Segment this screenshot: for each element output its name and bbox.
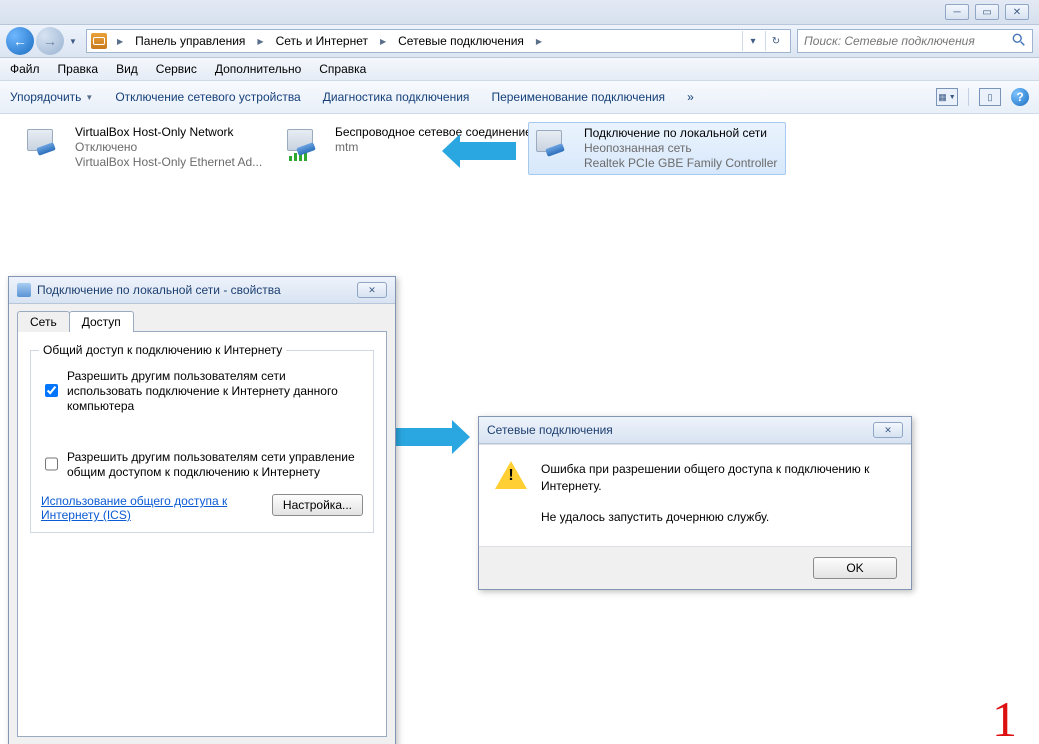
back-button[interactable]: ← — [6, 27, 34, 55]
connection-title: Подключение по локальной сети — [584, 126, 777, 141]
error-line-2: Не удалось запустить дочернюю службу. — [541, 509, 895, 526]
chevron-right-icon: ▶ — [111, 37, 129, 46]
menu-view[interactable]: Вид — [116, 62, 138, 76]
connection-title: VirtualBox Host-Only Network — [75, 125, 262, 140]
annotation-arrow-1 — [456, 142, 516, 160]
refresh-icon[interactable]: ↻ — [765, 31, 786, 51]
forward-button[interactable]: → — [36, 27, 64, 55]
annotation-number: 1 — [992, 690, 1017, 744]
error-title: Сетевые подключения — [487, 423, 613, 437]
help-icon[interactable]: ? — [1011, 88, 1029, 106]
organize-button[interactable]: Упорядочить▼ — [10, 90, 93, 104]
tab-network[interactable]: Сеть — [17, 311, 70, 332]
rename-button[interactable]: Переименование подключения — [491, 90, 665, 104]
breadcrumb-bar[interactable]: ▶ Панель управления ▶ Сеть и Интернет ▶ … — [86, 29, 791, 53]
ics-group: Общий доступ к подключению к Интернету Р… — [30, 350, 374, 533]
crumb-control-panel[interactable]: Панель управления — [133, 34, 247, 48]
signal-bars-icon — [289, 147, 307, 161]
checkbox-label: Разрешить другим пользователям сети упра… — [67, 450, 363, 480]
more-commands[interactable]: » — [687, 90, 694, 104]
error-ok-button[interactable]: OK — [813, 557, 897, 579]
tab-access[interactable]: Доступ — [69, 311, 134, 332]
error-footer: OK — [479, 547, 911, 589]
search-icon — [1012, 33, 1028, 49]
menu-file[interactable]: Файл — [10, 62, 40, 76]
close-button[interactable]: ✕ — [1005, 4, 1029, 20]
search-input[interactable] — [802, 33, 1012, 49]
chevron-right-icon: ▶ — [374, 37, 392, 46]
tab-strip: Сеть Доступ — [9, 304, 395, 331]
error-body: Ошибка при разрешении общего доступа к п… — [479, 444, 911, 547]
ethernet-icon — [532, 126, 574, 162]
menu-edit[interactable]: Правка — [58, 62, 99, 76]
allow-control-checkbox-row[interactable]: Разрешить другим пользователям сети упра… — [41, 450, 363, 480]
crumb-network-connections[interactable]: Сетевые подключения — [396, 34, 526, 48]
connection-title: Беспроводное сетевое соединение — [335, 125, 532, 140]
search-box[interactable] — [797, 29, 1033, 53]
settings-button[interactable]: Настройка... — [272, 494, 363, 516]
ethernet-icon — [23, 125, 65, 161]
chevron-right-icon: ▶ — [530, 37, 548, 46]
address-bar-row: ← → ▼ ▶ Панель управления ▶ Сеть и Интер… — [0, 25, 1039, 58]
connection-status: Отключено — [75, 140, 262, 155]
preview-pane-icon[interactable]: ▯ — [979, 88, 1001, 106]
allow-control-checkbox[interactable] — [45, 451, 58, 477]
window-titlebar: ─ ▭ ✕ — [0, 0, 1039, 25]
crumb-network-internet[interactable]: Сеть и Интернет — [274, 34, 370, 48]
group-label: Общий доступ к подключению к Интернету — [39, 343, 286, 357]
dialog-close-button[interactable]: ✕ — [357, 282, 387, 298]
explorer-window: ─ ▭ ✕ ← → ▼ ▶ Панель управления ▶ Сеть и… — [0, 0, 1039, 744]
network-location-icon — [91, 33, 107, 49]
connection-item-local-selected[interactable]: Подключение по локальной сети Неопознанн… — [528, 122, 786, 175]
connections-pane: VirtualBox Host-Only Network Отключено V… — [0, 114, 1039, 744]
allow-sharing-checkbox[interactable] — [45, 370, 58, 411]
allow-sharing-checkbox-row[interactable]: Разрешить другим пользователям сети испо… — [41, 369, 363, 414]
separator — [968, 88, 969, 106]
checkbox-label: Разрешить другим пользователям сети испо… — [67, 369, 363, 414]
command-bar: Упорядочить▼ Отключение сетевого устройс… — [0, 81, 1039, 114]
properties-dialog: Подключение по локальной сети - свойства… — [8, 276, 396, 744]
disable-device-button[interactable]: Отключение сетевого устройства — [115, 90, 300, 104]
maximize-button[interactable]: ▭ — [975, 4, 999, 20]
error-line-1: Ошибка при разрешении общего доступа к п… — [541, 461, 895, 495]
tab-content: Общий доступ к подключению к Интернету Р… — [17, 331, 387, 737]
chevron-right-icon: ▶ — [251, 37, 269, 46]
minimize-button[interactable]: ─ — [945, 4, 969, 20]
menu-bar: Файл Правка Вид Сервис Дополнительно Спр… — [0, 58, 1039, 81]
diagnose-button[interactable]: Диагностика подключения — [323, 90, 470, 104]
ics-help-link[interactable]: Использование общего доступа к Интернету… — [41, 494, 241, 522]
history-dropdown[interactable]: ▼ — [66, 27, 80, 55]
wireless-icon — [283, 125, 325, 161]
connection-item-virtualbox[interactable]: VirtualBox Host-Only Network Отключено V… — [20, 122, 276, 173]
menu-extra[interactable]: Дополнительно — [215, 62, 301, 76]
address-dropdown-icon[interactable]: ▾ — [742, 31, 763, 51]
connection-status: Неопознанная сеть — [584, 141, 777, 156]
connection-icon — [17, 283, 31, 297]
dialog-title: Подключение по локальной сети - свойства — [37, 283, 281, 297]
error-close-button[interactable]: ✕ — [873, 422, 903, 438]
menu-help[interactable]: Справка — [319, 62, 366, 76]
dialog-titlebar: Подключение по локальной сети - свойства… — [9, 277, 395, 304]
connection-device: Realtek PCIe GBE Family Controller — [584, 156, 777, 171]
connection-device: VirtualBox Host-Only Ethernet Ad... — [75, 155, 262, 170]
view-options-icon[interactable]: ▦▼ — [936, 88, 958, 106]
error-dialog: Сетевые подключения ✕ Ошибка при разреше… — [478, 416, 912, 590]
warning-icon — [495, 461, 527, 493]
error-titlebar: Сетевые подключения ✕ — [479, 417, 911, 444]
menu-service[interactable]: Сервис — [156, 62, 197, 76]
